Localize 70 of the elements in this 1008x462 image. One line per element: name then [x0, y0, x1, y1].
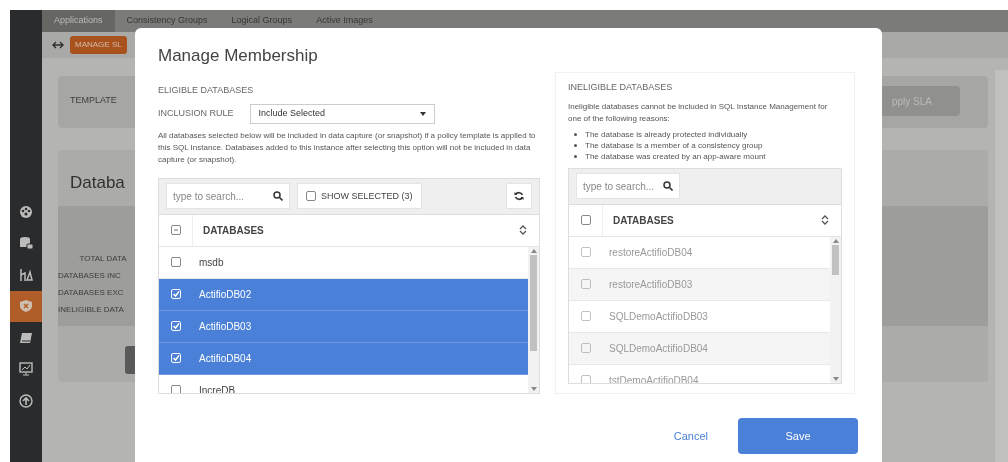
chart-icon[interactable]	[19, 267, 33, 282]
bullet-icon	[574, 154, 577, 158]
list-row[interactable]: ActifioDB02	[159, 278, 528, 311]
database-name: restoreActifioDB04	[608, 245, 693, 260]
database-name: ActifioDB03	[198, 319, 252, 334]
template-label: TEMPLATE	[70, 94, 117, 107]
checkbox[interactable]	[171, 257, 181, 268]
button-stub	[125, 346, 135, 374]
scroll-down-icon[interactable]	[832, 374, 839, 383]
dialog-title: Manage Membership	[158, 46, 319, 67]
search-icon[interactable]	[663, 181, 673, 192]
row-label: INELIGIBLE DATA	[58, 303, 125, 316]
database-name: restoreActifioDB03	[608, 277, 693, 292]
row-label: DATABASES INC	[58, 269, 122, 282]
panel-title: Databa	[70, 172, 125, 194]
database-icon[interactable]	[19, 236, 33, 251]
refresh-button[interactable]	[506, 183, 532, 210]
tab[interactable]: Consistency Groups	[114, 10, 220, 32]
show-selected-button[interactable]: SHOW SELECTED (3)	[297, 183, 422, 210]
list-row[interactable]: ActifioDB04	[159, 342, 528, 375]
section-heading: INELIGIBLE DATABASES	[568, 81, 674, 95]
reason-text: The database was created by an app-aware mount	[585, 150, 766, 162]
cancel-link[interactable]: Cancel	[673, 427, 708, 445]
checkbox[interactable]	[170, 225, 181, 236]
list-row[interactable]: msdb	[159, 246, 528, 279]
inclusion-rule-dropdown[interactable]: Include Selected	[249, 103, 435, 124]
bullet-icon	[574, 143, 577, 147]
upload-icon[interactable]	[19, 393, 33, 408]
column-header[interactable]: DATABASES	[603, 212, 821, 228]
monitor-icon[interactable]	[19, 362, 33, 377]
tab[interactable]: Active Images	[304, 10, 385, 32]
section-heading: ELIGIBLE DATABASES	[158, 84, 255, 98]
tab[interactable]: Logical Groups	[219, 10, 305, 32]
scrollbar[interactable]	[830, 236, 841, 383]
database-name: ActifioDB02	[198, 287, 252, 302]
tab[interactable]: Applications	[42, 10, 115, 32]
bullet-icon	[574, 132, 577, 136]
row-label: DATABASES EXC	[58, 286, 125, 299]
checkbox[interactable]	[171, 385, 181, 393]
checkbox[interactable]	[580, 215, 591, 226]
search-field[interactable]: type to search...	[166, 183, 290, 210]
checkbox[interactable]	[306, 191, 316, 202]
manage-sla-button[interactable]: MANAGE SL	[70, 36, 127, 54]
scrollbar[interactable]	[528, 246, 539, 393]
scroll-thumb[interactable]	[832, 244, 839, 275]
search-icon[interactable]	[273, 191, 283, 202]
scroll-thumb[interactable]	[530, 254, 537, 351]
help-text: Ineligible databases cannot be included in SQL Instance Management for one of the following reasons:	[568, 100, 829, 125]
dropdown-caret-icon[interactable]	[419, 111, 426, 116]
book-icon[interactable]	[19, 330, 33, 345]
database-name: msdb	[198, 255, 224, 270]
column-header[interactable]: DATABASES	[193, 222, 519, 238]
database-name: SQLDemoActifioDB04	[608, 341, 708, 356]
field-label: INCLUSION RULE	[158, 107, 234, 121]
reason-text: The database is already protected individually	[585, 128, 748, 140]
sort-icon[interactable]	[519, 225, 527, 236]
exit-arrow-icon[interactable]	[52, 40, 64, 50]
row-label: TOTAL DATA	[78, 252, 128, 265]
database-name: ActifioDB04	[198, 351, 252, 366]
refresh-icon	[514, 191, 524, 202]
list-row[interactable]: ActifioDB03	[159, 310, 528, 343]
gauge-icon[interactable]	[19, 204, 33, 219]
sort-icon[interactable]	[821, 215, 829, 226]
shield-icon[interactable]	[19, 299, 33, 314]
scroll-down-icon[interactable]	[530, 384, 537, 393]
database-name: SQLDemoActifioDB03	[608, 309, 708, 324]
save-button[interactable]: Save	[738, 417, 858, 454]
search-field[interactable]: type to search...	[576, 173, 680, 200]
help-text: All databases selected below will be included in data capture (or snapshot) if a policy template is applied to this SQL Instance. Databases added to this instance after selecting this option will not be included in data capture (or snapshot).	[158, 129, 537, 166]
reason-text: The database is a member of a consistency group	[585, 139, 763, 151]
